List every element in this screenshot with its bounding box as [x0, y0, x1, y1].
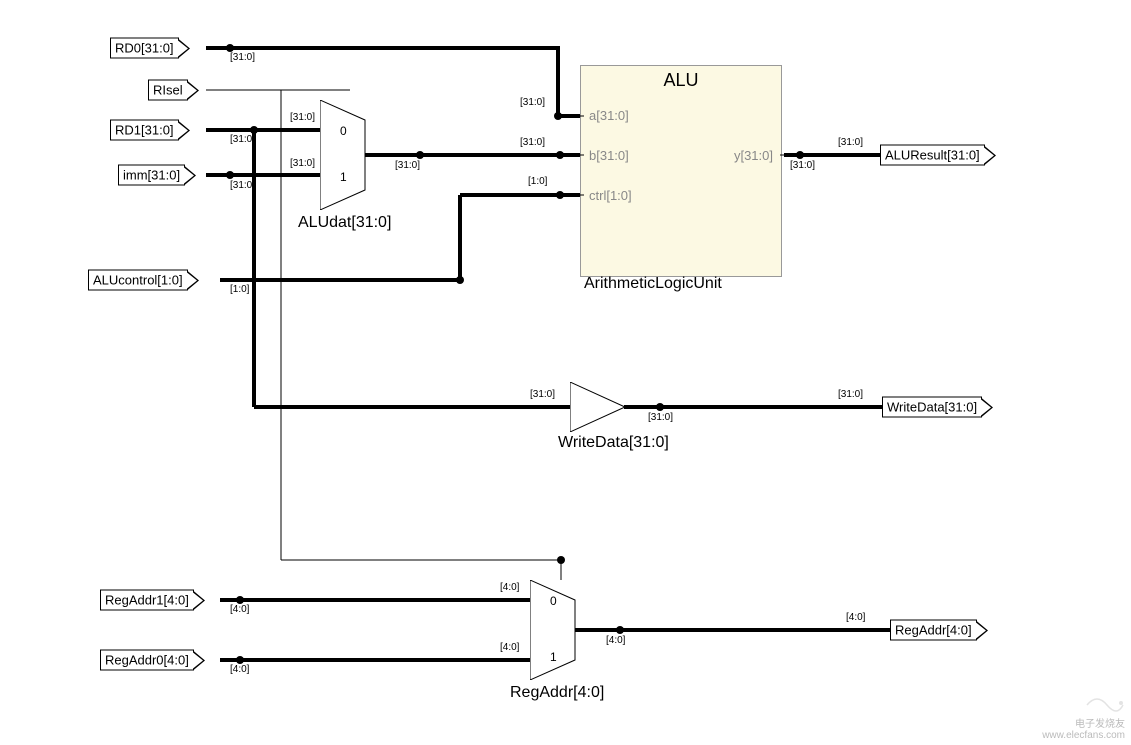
alu-block: ALU a[31:0] b[31:0] ctrl[1:0] y[31:0] [580, 65, 782, 277]
schematic-canvas: RD0[31:0] RIsel RD1[31:0] imm[31:0] ALUc… [0, 0, 1131, 745]
wire-ctrl-h [220, 278, 460, 282]
mux2-in0: 0 [550, 594, 557, 608]
joint-rd0-in [226, 44, 234, 52]
alu-tick-ctrl [576, 195, 584, 196]
mux1-in1: 1 [340, 170, 347, 184]
joint-alu-y [796, 151, 804, 159]
alu-title: ALU [581, 70, 781, 91]
alu-subtitle: ArithmeticLogicUnit [584, 275, 722, 293]
joint-ra0 [236, 656, 244, 664]
wire-writedata-run [254, 405, 570, 409]
wire-rd1-down [252, 130, 256, 407]
bus-alu-a-in: [31:0] [520, 97, 545, 108]
mux1-in0: 0 [340, 124, 347, 138]
bus-wd-in: [31:0] [530, 389, 555, 400]
port-aluresult-label: ALUResult[31:0] [885, 148, 980, 163]
port-rd0: RD0[31:0] [110, 38, 179, 59]
port-rd1: RD1[31:0] [110, 120, 179, 141]
wire-regaddr0 [220, 658, 530, 662]
joint-rd0-turn [554, 112, 562, 120]
port-regaddr-label: RegAddr[4:0] [895, 623, 972, 638]
joint-mux2-out [616, 626, 624, 634]
port-regaddr0: RegAddr0[4:0] [100, 650, 194, 671]
bus-mux2-in0: [4:0] [500, 582, 519, 593]
joint-risel-mux2 [557, 556, 565, 564]
bus-alu-b-in: [31:0] [520, 137, 545, 148]
joint-imm [226, 171, 234, 179]
alu-port-a: a[31:0] [589, 108, 629, 123]
alu-port-ctrl: ctrl[1:0] [589, 188, 632, 203]
joint-alu-ctrl [556, 191, 564, 199]
alu-tick-a [576, 116, 584, 117]
mux1-title: ALUdat[31:0] [298, 214, 391, 232]
alu-port-b: b[31:0] [589, 148, 629, 163]
watermark-line2: www.elecfans.com [1042, 730, 1125, 741]
wire-imm [206, 173, 320, 177]
port-regaddr1-label: RegAddr1[4:0] [105, 593, 189, 608]
port-rd1-label: RD1[31:0] [115, 123, 174, 138]
joint-ra1 [236, 596, 244, 604]
wire-risel-mux2 [281, 560, 561, 561]
mux2-title: RegAddr[4:0] [510, 684, 604, 702]
wire-risel-h [206, 90, 281, 91]
wire-risel-mux1 [281, 90, 350, 91]
bus-regaddr-right: [4:0] [846, 612, 865, 623]
watermark: 电子发烧友 www.elecfans.com [1042, 691, 1125, 741]
port-regaddr: RegAddr[4:0] [890, 620, 977, 641]
bus-mux1-out: [31:0] [395, 160, 420, 171]
joint-ctrl-turn [456, 276, 464, 284]
port-alucontrol-label: ALUcontrol[1:0] [93, 273, 183, 288]
port-writedata-label: WriteData[31:0] [887, 400, 977, 415]
wire-mux1-out [365, 153, 580, 157]
wire-ctrl-v [458, 195, 462, 280]
port-imm: imm[31:0] [118, 165, 185, 186]
joint-wd-out [656, 403, 664, 411]
alu-tick-b [576, 155, 584, 156]
bus-aluctrl: [1:0] [230, 284, 249, 295]
joint-mux1-out [416, 151, 424, 159]
port-regaddr0-label: RegAddr0[4:0] [105, 653, 189, 668]
bus-mux1-in1: [31:0] [290, 158, 315, 169]
watermark-icon [1085, 691, 1125, 719]
joint-alu-b [556, 151, 564, 159]
bus-mux1-in0: [31:0] [290, 112, 315, 123]
bus-wd-right: [31:0] [838, 389, 863, 400]
bus-rd0: [31:0] [230, 52, 255, 63]
port-risel-label: RIsel [153, 83, 183, 98]
bus-ra1: [4:0] [230, 604, 249, 615]
port-aluresult: ALUResult[31:0] [880, 145, 985, 166]
bus-wd-out: [31:0] [648, 412, 673, 423]
bus-mux2-in1: [4:0] [500, 642, 519, 653]
alu-port-y: y[31:0] [734, 148, 773, 163]
bus-alu-y-right: [31:0] [838, 137, 863, 148]
bus-alu-y-left: [31:0] [790, 160, 815, 171]
port-risel: RIsel [148, 80, 188, 101]
wire-regaddr1 [220, 598, 530, 602]
bus-mux2-out: [4:0] [606, 635, 625, 646]
port-imm-label: imm[31:0] [123, 168, 180, 183]
buf-writedata-title: WriteData[31:0] [558, 434, 669, 452]
port-rd0-label: RD0[31:0] [115, 41, 174, 56]
bus-ra0: [4:0] [230, 664, 249, 675]
wire-rd0-2 [556, 48, 560, 118]
port-alucontrol: ALUcontrol[1:0] [88, 270, 188, 291]
wire-rd1 [206, 128, 320, 132]
mux2-in1: 1 [550, 650, 557, 664]
wire-risel-v [281, 90, 282, 560]
port-writedata: WriteData[31:0] [882, 397, 982, 418]
bus-alu-ctrl-in: [1:0] [528, 176, 547, 187]
wire-rd0-1 [206, 46, 560, 50]
watermark-line1: 电子发烧友 [1075, 719, 1125, 730]
port-regaddr1: RegAddr1[4:0] [100, 590, 194, 611]
